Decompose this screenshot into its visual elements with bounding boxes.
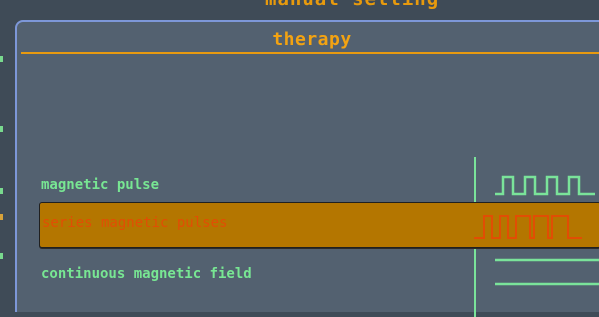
edge-marker (0, 214, 3, 220)
edge-marker (0, 126, 3, 132)
edge-marker (0, 188, 3, 194)
option-label: series magnetic pulses (42, 215, 228, 231)
option-continuous-magnetic-field[interactable]: continuous magnetic field (39, 256, 599, 296)
title-divider (21, 52, 599, 54)
edge-marker (0, 56, 3, 62)
option-series-magnetic-pulses[interactable]: series magnetic pulses (39, 202, 599, 248)
dialog-title: therapy (272, 29, 352, 50)
option-label: magnetic pulse (41, 177, 160, 193)
series-pulse-wave-icon (474, 215, 582, 239)
option-label: continuous magnetic field (41, 266, 252, 282)
background-window-title: manual setting (265, 0, 439, 10)
single-pulse-wave-icon (495, 175, 595, 196)
option-magnetic-pulse[interactable]: magnetic pulse (39, 167, 599, 207)
therapy-dialog: therapy magnetic pulse series magnetic p… (15, 20, 599, 317)
continuous-field-icon (495, 258, 599, 286)
edge-marker (0, 253, 3, 259)
